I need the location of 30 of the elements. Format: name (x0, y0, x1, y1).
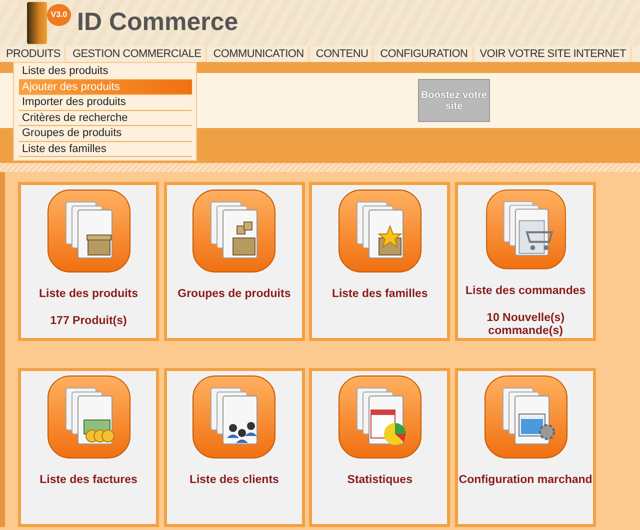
tile-title: Liste des produits (38, 287, 138, 302)
dashboard-tile[interactable]: Configuration marchand (455, 368, 596, 527)
documents-parcel-icon (191, 188, 278, 274)
dashboard-tile[interactable]: Liste des familles (309, 182, 450, 341)
documents-window-gear-icon (482, 374, 569, 460)
dropdown-item[interactable]: Importer des produits (19, 95, 192, 110)
tile-title: Configuration marchand (458, 473, 592, 488)
tile-title: Statistiques (347, 473, 412, 488)
documents-users-icon (191, 374, 278, 460)
dashboard-tile[interactable]: Groupes de produits (164, 182, 305, 341)
documents-box-icon (46, 188, 132, 274)
tile-title: Liste des factures (40, 473, 138, 488)
dashboard-tile[interactable]: Statistiques (309, 368, 450, 527)
tile-title: Liste des familles (332, 287, 428, 302)
dashboard-tile[interactable]: Liste des clients (164, 368, 305, 527)
dropdown-item[interactable]: Groupes de produits (19, 126, 192, 142)
tile-count: 177 Produit(s) (49, 315, 128, 328)
documents-coins-icon (46, 374, 132, 460)
tile-title: Groupes de produits (178, 287, 291, 302)
tile-count: 10 Nouvelle(s) commande(s) (486, 312, 566, 338)
tile-title: Liste des commandes (465, 284, 586, 299)
version-badge: V3.0 (47, 4, 71, 26)
app-title: ID Commerce (77, 7, 238, 38)
documents-pie-chart-icon (336, 374, 423, 460)
dashboard-tile[interactable]: Liste des produits 177 Produit(s) (18, 182, 159, 341)
dashboard-tile[interactable]: Liste des factures (18, 368, 159, 527)
dropdown-item[interactable]: Liste des familles (19, 142, 192, 157)
dropdown-item[interactable]: Critères de recherche (19, 110, 192, 126)
dashboard-tile[interactable]: Liste des commandes 10 Nouvelle(s) commande(s) (455, 182, 596, 341)
tile-title: Liste des clients (189, 473, 279, 488)
